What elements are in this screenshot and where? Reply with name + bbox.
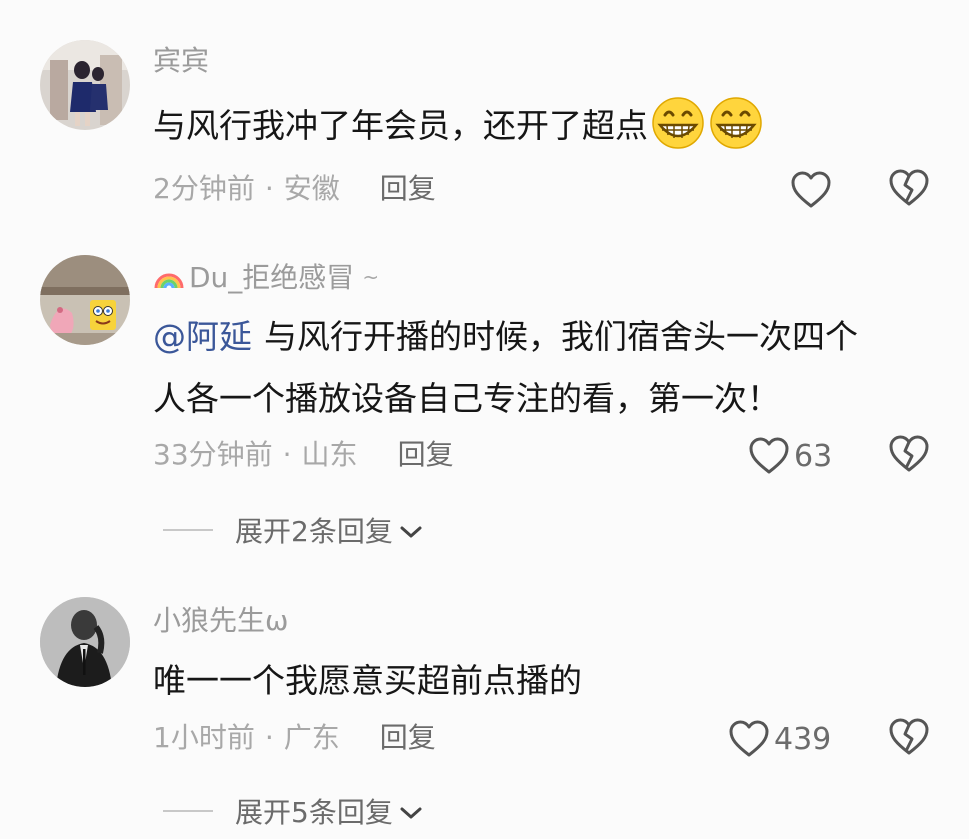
comment-text: 唯一一个我愿意买超前点播的: [153, 650, 943, 712]
like-button[interactable]: [790, 168, 832, 212]
comment-text: 与风行我冲了年会员，还开了超点: [153, 95, 943, 157]
divider: [163, 810, 213, 812]
comment-item: 小狼先生ω 唯一一个我愿意买超前点播的 1小时前 · 广东 回复 439 展开5条回复: [0, 575, 969, 839]
expand-replies-label: 展开2条回复: [235, 515, 393, 548]
chevron-down-icon: [399, 514, 423, 547]
avatar[interactable]: [40, 597, 130, 687]
location: 山东: [301, 438, 358, 471]
like-button[interactable]: 63: [748, 434, 832, 478]
username[interactable]: 宾宾: [153, 44, 209, 78]
timestamp: 33分钟前: [153, 438, 273, 471]
comment-item: Du_拒绝感冒 ~ @阿延 与风行开播的时候，我们宿舍头一次四个 人各一个播放设备自…: [0, 230, 969, 575]
avatar[interactable]: [40, 255, 130, 345]
avatar[interactable]: [40, 40, 130, 130]
expand-replies-label: 展开5条回复: [235, 796, 393, 829]
location: 广东: [283, 721, 340, 754]
username-label: Du_拒绝感冒: [189, 261, 355, 294]
separator: ·: [264, 172, 274, 205]
separator: ·: [282, 438, 292, 471]
comment-body: 唯一一个我愿意买超前点播的: [153, 661, 582, 700]
username-suffix: ~: [362, 265, 380, 289]
reply-button[interactable]: 回复: [380, 721, 436, 754]
username-label: 宾宾: [153, 44, 210, 77]
timestamp: 1小时前: [153, 721, 255, 754]
heart-outline-icon: [728, 719, 770, 759]
grinning-face-icon: [708, 97, 764, 149]
rainbow-icon: [153, 264, 185, 298]
reply-button[interactable]: 回复: [380, 172, 436, 205]
comment-meta: 33分钟前 · 山东 回复: [153, 438, 454, 472]
chevron-down-icon: [399, 795, 423, 828]
comment-meta: 2分钟前 · 安徽 回复: [153, 172, 436, 206]
broken-heart-icon[interactable]: [888, 434, 932, 478]
mention-link[interactable]: @阿延: [153, 317, 252, 356]
divider: [163, 529, 213, 531]
comment-body: 与风行我冲了年会员，还开了超点: [153, 106, 648, 145]
like-button[interactable]: 439: [728, 717, 831, 761]
heart-outline-icon: [790, 170, 832, 210]
like-count: 63: [794, 438, 833, 474]
comment-meta: 1小时前 · 广东 回复: [153, 721, 436, 755]
comment-item: 宾宾 与风行我冲了年会员，还开了超点 2分钟前 · 安徽 回复: [0, 0, 969, 230]
location: 安徽: [283, 172, 340, 205]
grinning-face-icon: [650, 97, 706, 149]
expand-replies-button[interactable]: 展开5条回复: [163, 793, 423, 829]
timestamp: 2分钟前: [153, 172, 255, 205]
like-count: 439: [774, 721, 832, 757]
expand-replies-button[interactable]: 展开2条回复: [163, 512, 423, 548]
broken-heart-icon[interactable]: [888, 717, 932, 761]
username[interactable]: Du_拒绝感冒 ~: [153, 260, 379, 298]
broken-heart-icon[interactable]: [888, 168, 932, 212]
heart-outline-icon: [748, 436, 790, 476]
username[interactable]: 小狼先生ω: [153, 604, 288, 638]
comment-body-line: 人各一个播放设备自己专注的看，第一次！: [153, 379, 780, 418]
username-label: 小狼先生ω: [153, 604, 289, 637]
separator: ·: [264, 721, 274, 754]
comment-body-line: 与风行开播的时候，我们宿舍头一次四个: [264, 317, 858, 356]
reply-button[interactable]: 回复: [398, 438, 454, 471]
comment-text: @阿延 与风行开播的时候，我们宿舍头一次四个 人各一个播放设备自己专注的看，第一次…: [153, 306, 943, 430]
